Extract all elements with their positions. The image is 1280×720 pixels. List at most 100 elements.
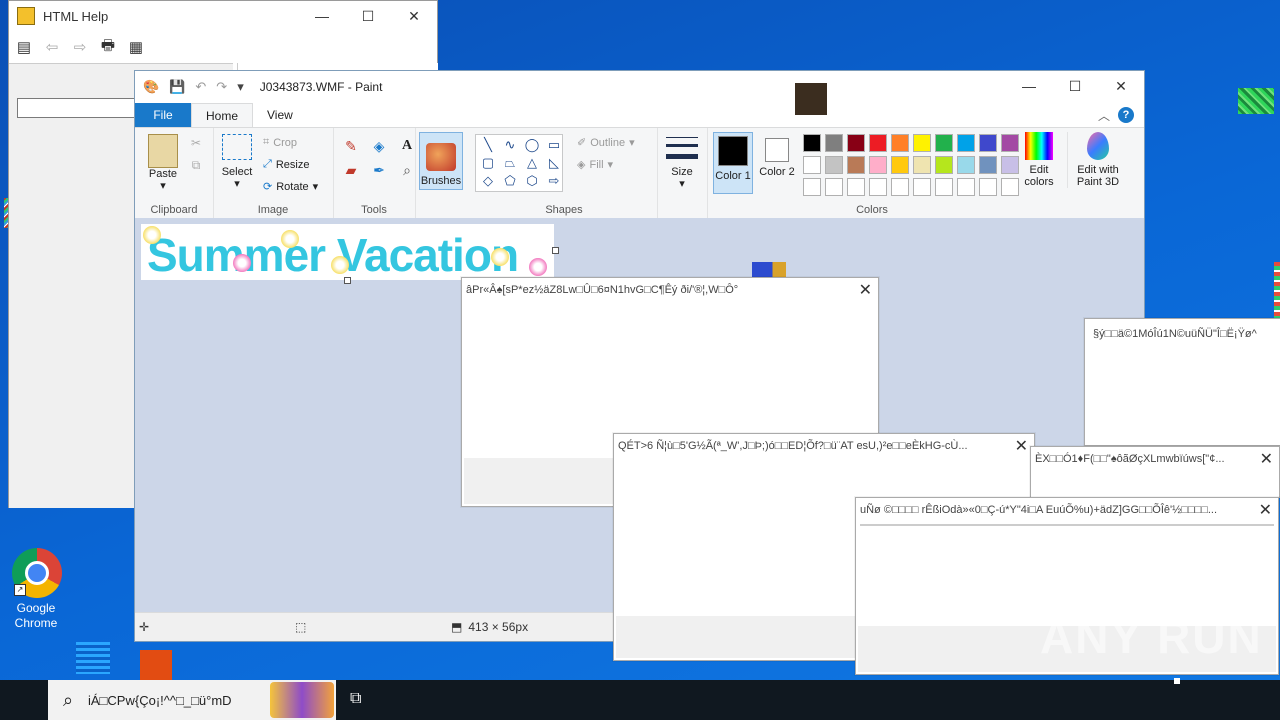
forward-arrow-icon[interactable]: ⇨: [69, 37, 91, 57]
minimize-button[interactable]: —: [299, 1, 345, 31]
palette-swatch[interactable]: [869, 156, 887, 174]
drawing-canvas[interactable]: Summer Vacation: [141, 224, 554, 281]
palette-swatch[interactable]: [825, 178, 843, 196]
close-icon[interactable]: ✕: [859, 280, 872, 300]
pentagon-shape-icon[interactable]: ⬠: [500, 173, 520, 189]
customize-dropdown-icon[interactable]: ▾: [237, 79, 244, 95]
maximize-button[interactable]: ☐: [1052, 71, 1098, 101]
palette-swatch[interactable]: [957, 134, 975, 152]
pencil-icon[interactable]: ✎: [339, 136, 363, 156]
palette-swatch[interactable]: [1001, 134, 1019, 152]
diamond-shape-icon[interactable]: ◇: [478, 173, 498, 189]
fill-button[interactable]: ◈ Fill ▾: [577, 158, 613, 172]
ribbon: Paste ▾ ✂ ⧉ Clipboard Select ▾ ⌗ Crop ⤢ …: [135, 127, 1144, 219]
outline-button[interactable]: ✐ Outline ▾: [577, 136, 635, 150]
hide-pane-icon[interactable]: ▤: [13, 37, 35, 57]
resize-handle[interactable]: [344, 277, 351, 284]
palette-swatch[interactable]: [979, 134, 997, 152]
taskbar-search[interactable]: ⌕ iÁ□CPw{Ço¡!^^□_□ü°mD: [48, 680, 336, 720]
paint-titlebar: 🎨 💾 ↶ ↷ ▾ J0343873.WMF - Paint — ☐ ✕: [135, 71, 1144, 115]
palette-swatch[interactable]: [1001, 178, 1019, 196]
crop-button[interactable]: ⌗ Crop: [263, 136, 297, 149]
select-button[interactable]: Select ▾: [219, 134, 255, 190]
palette-swatch[interactable]: [825, 156, 843, 174]
save-icon[interactable]: 💾: [169, 79, 185, 95]
palette-swatch[interactable]: [957, 178, 975, 196]
palette-swatch[interactable]: [891, 156, 909, 174]
palette-swatch[interactable]: [957, 156, 975, 174]
palette-swatch[interactable]: [913, 178, 931, 196]
back-arrow-icon[interactable]: ⇦: [41, 37, 63, 57]
edit-with-paint3d-button[interactable]: Edit with Paint 3D: [1067, 132, 1128, 188]
palette-swatch[interactable]: [803, 178, 821, 196]
palette-swatch[interactable]: [803, 134, 821, 152]
collapse-ribbon-icon[interactable]: ︿: [1098, 107, 1110, 124]
dialog-title: uÑø ©□□□□ rÊßiOdà»«0□Ç-ú*Y"4i□A EuúÕ%u)+…: [860, 504, 1218, 516]
orange-icon[interactable]: [140, 650, 172, 680]
close-icon[interactable]: ✕: [1260, 449, 1273, 469]
options-icon[interactable]: ▦: [125, 37, 147, 57]
eraser-icon[interactable]: ▰: [339, 160, 363, 180]
color1-button[interactable]: Color 1: [713, 132, 753, 194]
palette-swatch[interactable]: [913, 156, 931, 174]
color2-button[interactable]: Color 2: [757, 132, 797, 194]
print-icon[interactable]: 🖶: [97, 37, 119, 57]
close-icon[interactable]: ✕: [1015, 436, 1028, 456]
rectangle-shape-icon[interactable]: ▭: [544, 137, 564, 153]
hexagon-shape-icon[interactable]: ⬡: [522, 173, 542, 189]
chrome-label[interactable]: Google Chrome: [6, 601, 66, 631]
palette-swatch[interactable]: [803, 156, 821, 174]
size-button[interactable]: Size ▾: [663, 134, 701, 190]
tab-file[interactable]: File: [135, 103, 191, 127]
close-button[interactable]: ✕: [1098, 71, 1144, 101]
tab-home[interactable]: Home: [191, 103, 254, 127]
fill-bucket-icon[interactable]: ◈: [367, 136, 391, 156]
polygon-shape-icon[interactable]: ⏢: [500, 155, 520, 171]
oval-shape-icon[interactable]: ◯: [522, 137, 542, 153]
shapes-group: ╲ ∿ ◯ ▭ ▢ ⏢ △ ◺ ◇ ⬠ ⬡ ⇨ ✐ Outline ▾ ◈ Fi…: [471, 128, 658, 218]
palette-swatch[interactable]: [847, 156, 865, 174]
edit-colors-button[interactable]: Edit colors: [1019, 132, 1059, 188]
line-shape-icon[interactable]: ╲: [478, 137, 498, 153]
curve-shape-icon[interactable]: ∿: [500, 137, 520, 153]
popup-dialog: ÈX□□Ó1♦F(□□"♠ôãØçXLmwbïúws["¢... ✕: [1030, 446, 1280, 498]
copy-icon[interactable]: ⧉: [187, 156, 205, 174]
help-icon[interactable]: ?: [1118, 107, 1134, 123]
redo-icon[interactable]: ↷: [216, 79, 227, 95]
right-triangle-shape-icon[interactable]: ◺: [544, 155, 564, 171]
task-view-icon[interactable]: ⧉: [350, 690, 370, 710]
rotate-button[interactable]: ⟳ Rotate ▾: [263, 180, 318, 194]
minimize-button[interactable]: —: [1006, 71, 1052, 101]
close-icon[interactable]: ✕: [1259, 500, 1272, 520]
rounded-rect-shape-icon[interactable]: ▢: [478, 155, 498, 171]
brushes-button[interactable]: Brushes: [419, 132, 463, 190]
tools-group: ✎ ◈ A ▰ ✒ ⌕ Tools: [333, 128, 416, 218]
palette-swatch[interactable]: [935, 156, 953, 174]
paint-app-icon: 🎨: [143, 79, 160, 94]
color-picker-icon[interactable]: ✒: [367, 160, 391, 180]
palette-swatch[interactable]: [891, 178, 909, 196]
palette-swatch[interactable]: [869, 178, 887, 196]
arrow-shape-icon[interactable]: ⇨: [544, 173, 564, 189]
palette-swatch[interactable]: [935, 178, 953, 196]
maximize-button[interactable]: ☐: [345, 1, 391, 31]
palette-swatch[interactable]: [1001, 156, 1019, 174]
undo-icon[interactable]: ↶: [195, 79, 206, 95]
palette-swatch[interactable]: [847, 178, 865, 196]
palette-swatch[interactable]: [935, 134, 953, 152]
help-search-input[interactable]: [17, 98, 137, 118]
close-button[interactable]: ✕: [391, 1, 437, 31]
palette-swatch[interactable]: [869, 134, 887, 152]
triangle-shape-icon[interactable]: △: [522, 155, 542, 171]
palette-swatch[interactable]: [979, 178, 997, 196]
resize-button[interactable]: ⤢ Resize: [263, 158, 309, 171]
tab-view[interactable]: View: [253, 103, 307, 127]
cut-icon[interactable]: ✂: [187, 134, 205, 152]
resize-handle[interactable]: [552, 247, 559, 254]
palette-swatch[interactable]: [891, 134, 909, 152]
palette-swatch[interactable]: [979, 156, 997, 174]
paste-button[interactable]: Paste ▾: [145, 134, 181, 192]
palette-swatch[interactable]: [825, 134, 843, 152]
palette-swatch[interactable]: [847, 134, 865, 152]
palette-swatch[interactable]: [913, 134, 931, 152]
